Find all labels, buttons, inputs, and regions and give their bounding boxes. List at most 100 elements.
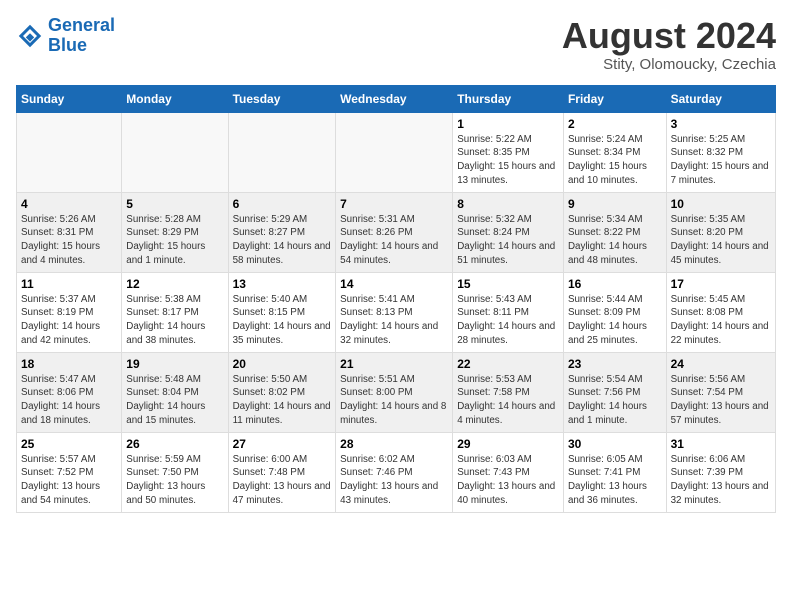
col-saturday: Saturday [666, 85, 775, 112]
day-number: 26 [126, 437, 223, 451]
day-info: Sunrise: 5:57 AMSunset: 7:52 PMDaylight:… [21, 453, 117, 508]
day-info: Sunrise: 5:22 AMSunset: 8:35 PMDaylight:… [457, 133, 559, 188]
day-cell: 14 Sunrise: 5:41 AMSunset: 8:13 PMDaylig… [336, 272, 453, 352]
day-info: Sunrise: 5:34 AMSunset: 8:22 PMDaylight:… [568, 213, 662, 268]
day-info: Sunrise: 6:02 AMSunset: 7:46 PMDaylight:… [340, 453, 448, 508]
day-number: 3 [671, 117, 771, 131]
day-info: Sunrise: 5:28 AMSunset: 8:29 PMDaylight:… [126, 213, 223, 268]
day-info: Sunrise: 5:25 AMSunset: 8:32 PMDaylight:… [671, 133, 771, 188]
day-info: Sunrise: 6:00 AMSunset: 7:48 PMDaylight:… [233, 453, 332, 508]
day-cell: 18 Sunrise: 5:47 AMSunset: 8:06 PMDaylig… [17, 352, 122, 432]
day-cell: 2 Sunrise: 5:24 AMSunset: 8:34 PMDayligh… [563, 112, 666, 192]
day-number: 27 [233, 437, 332, 451]
day-cell: 28 Sunrise: 6:02 AMSunset: 7:46 PMDaylig… [336, 432, 453, 512]
day-cell: 26 Sunrise: 5:59 AMSunset: 7:50 PMDaylig… [122, 432, 228, 512]
day-cell: 25 Sunrise: 5:57 AMSunset: 7:52 PMDaylig… [17, 432, 122, 512]
day-cell: 4 Sunrise: 5:26 AMSunset: 8:31 PMDayligh… [17, 192, 122, 272]
day-cell: 11 Sunrise: 5:37 AMSunset: 8:19 PMDaylig… [17, 272, 122, 352]
day-info: Sunrise: 6:05 AMSunset: 7:41 PMDaylight:… [568, 453, 662, 508]
day-cell: 15 Sunrise: 5:43 AMSunset: 8:11 PMDaylig… [453, 272, 564, 352]
day-cell [122, 112, 228, 192]
col-wednesday: Wednesday [336, 85, 453, 112]
day-info: Sunrise: 5:35 AMSunset: 8:20 PMDaylight:… [671, 213, 771, 268]
day-cell: 22 Sunrise: 5:53 AMSunset: 7:58 PMDaylig… [453, 352, 564, 432]
day-number: 10 [671, 197, 771, 211]
day-number: 4 [21, 197, 117, 211]
day-info: Sunrise: 5:32 AMSunset: 8:24 PMDaylight:… [457, 213, 559, 268]
header-row: Sunday Monday Tuesday Wednesday Thursday… [17, 85, 776, 112]
col-tuesday: Tuesday [228, 85, 336, 112]
day-number: 7 [340, 197, 448, 211]
day-info: Sunrise: 5:37 AMSunset: 8:19 PMDaylight:… [21, 293, 117, 348]
col-thursday: Thursday [453, 85, 564, 112]
day-info: Sunrise: 5:54 AMSunset: 7:56 PMDaylight:… [568, 373, 662, 428]
week-row-5: 25 Sunrise: 5:57 AMSunset: 7:52 PMDaylig… [17, 432, 776, 512]
day-info: Sunrise: 5:50 AMSunset: 8:02 PMDaylight:… [233, 373, 332, 428]
day-cell: 6 Sunrise: 5:29 AMSunset: 8:27 PMDayligh… [228, 192, 336, 272]
day-number: 19 [126, 357, 223, 371]
day-number: 16 [568, 277, 662, 291]
day-cell [228, 112, 336, 192]
day-info: Sunrise: 5:48 AMSunset: 8:04 PMDaylight:… [126, 373, 223, 428]
logo-text: General Blue [48, 16, 115, 56]
week-row-3: 11 Sunrise: 5:37 AMSunset: 8:19 PMDaylig… [17, 272, 776, 352]
day-info: Sunrise: 5:45 AMSunset: 8:08 PMDaylight:… [671, 293, 771, 348]
title-block: August 2024 Stity, Olomoucky, Czechia [562, 16, 776, 73]
day-number: 14 [340, 277, 448, 291]
day-info: Sunrise: 5:51 AMSunset: 8:00 PMDaylight:… [340, 373, 448, 428]
day-cell: 3 Sunrise: 5:25 AMSunset: 8:32 PMDayligh… [666, 112, 775, 192]
day-info: Sunrise: 5:43 AMSunset: 8:11 PMDaylight:… [457, 293, 559, 348]
day-info: Sunrise: 5:26 AMSunset: 8:31 PMDaylight:… [21, 213, 117, 268]
day-number: 23 [568, 357, 662, 371]
day-info: Sunrise: 5:59 AMSunset: 7:50 PMDaylight:… [126, 453, 223, 508]
day-number: 21 [340, 357, 448, 371]
col-monday: Monday [122, 85, 228, 112]
day-info: Sunrise: 6:03 AMSunset: 7:43 PMDaylight:… [457, 453, 559, 508]
day-info: Sunrise: 5:53 AMSunset: 7:58 PMDaylight:… [457, 373, 559, 428]
day-number: 1 [457, 117, 559, 131]
day-number: 29 [457, 437, 559, 451]
day-cell: 10 Sunrise: 5:35 AMSunset: 8:20 PMDaylig… [666, 192, 775, 272]
day-cell: 24 Sunrise: 5:56 AMSunset: 7:54 PMDaylig… [666, 352, 775, 432]
day-info: Sunrise: 5:47 AMSunset: 8:06 PMDaylight:… [21, 373, 117, 428]
week-row-2: 4 Sunrise: 5:26 AMSunset: 8:31 PMDayligh… [17, 192, 776, 272]
day-cell: 19 Sunrise: 5:48 AMSunset: 8:04 PMDaylig… [122, 352, 228, 432]
day-number: 2 [568, 117, 662, 131]
day-info: Sunrise: 5:38 AMSunset: 8:17 PMDaylight:… [126, 293, 223, 348]
day-info: Sunrise: 5:40 AMSunset: 8:15 PMDaylight:… [233, 293, 332, 348]
day-cell: 9 Sunrise: 5:34 AMSunset: 8:22 PMDayligh… [563, 192, 666, 272]
day-number: 22 [457, 357, 559, 371]
day-cell: 29 Sunrise: 6:03 AMSunset: 7:43 PMDaylig… [453, 432, 564, 512]
day-number: 13 [233, 277, 332, 291]
day-info: Sunrise: 6:06 AMSunset: 7:39 PMDaylight:… [671, 453, 771, 508]
logo-line1: General [48, 15, 115, 35]
day-info: Sunrise: 5:44 AMSunset: 8:09 PMDaylight:… [568, 293, 662, 348]
day-cell: 23 Sunrise: 5:54 AMSunset: 7:56 PMDaylig… [563, 352, 666, 432]
day-cell [17, 112, 122, 192]
day-number: 20 [233, 357, 332, 371]
day-number: 25 [21, 437, 117, 451]
day-cell: 12 Sunrise: 5:38 AMSunset: 8:17 PMDaylig… [122, 272, 228, 352]
week-row-1: 1 Sunrise: 5:22 AMSunset: 8:35 PMDayligh… [17, 112, 776, 192]
day-cell [336, 112, 453, 192]
day-cell: 5 Sunrise: 5:28 AMSunset: 8:29 PMDayligh… [122, 192, 228, 272]
day-number: 5 [126, 197, 223, 211]
day-info: Sunrise: 5:31 AMSunset: 8:26 PMDaylight:… [340, 213, 448, 268]
day-cell: 30 Sunrise: 6:05 AMSunset: 7:41 PMDaylig… [563, 432, 666, 512]
day-number: 9 [568, 197, 662, 211]
day-number: 11 [21, 277, 117, 291]
day-cell: 13 Sunrise: 5:40 AMSunset: 8:15 PMDaylig… [228, 272, 336, 352]
main-title: August 2024 [562, 16, 776, 56]
page-header: General Blue August 2024 Stity, Olomouck… [16, 16, 776, 73]
day-cell: 7 Sunrise: 5:31 AMSunset: 8:26 PMDayligh… [336, 192, 453, 272]
day-cell: 16 Sunrise: 5:44 AMSunset: 8:09 PMDaylig… [563, 272, 666, 352]
day-number: 31 [671, 437, 771, 451]
calendar-table: Sunday Monday Tuesday Wednesday Thursday… [16, 85, 776, 513]
day-cell: 21 Sunrise: 5:51 AMSunset: 8:00 PMDaylig… [336, 352, 453, 432]
day-info: Sunrise: 5:24 AMSunset: 8:34 PMDaylight:… [568, 133, 662, 188]
day-cell: 8 Sunrise: 5:32 AMSunset: 8:24 PMDayligh… [453, 192, 564, 272]
day-number: 30 [568, 437, 662, 451]
day-number: 28 [340, 437, 448, 451]
logo: General Blue [16, 16, 115, 56]
day-number: 15 [457, 277, 559, 291]
